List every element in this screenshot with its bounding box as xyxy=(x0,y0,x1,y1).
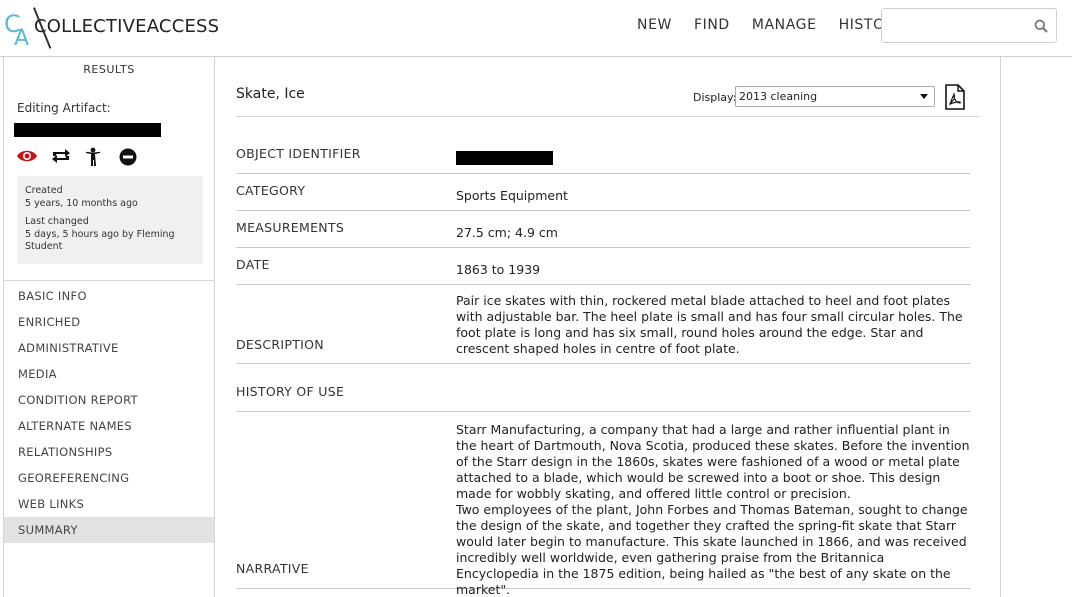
nav-find[interactable]: FIND xyxy=(694,17,730,33)
field-label-category: CATEGORY xyxy=(236,183,306,198)
summary-panel: Skate, Ice Display: 2013 cleaning OBJECT… xyxy=(216,57,1001,597)
eye-icon[interactable] xyxy=(16,147,37,165)
field-description: DESCRIPTION Pair ice skates with thin, r… xyxy=(236,285,970,364)
logo-letter-a: A xyxy=(14,26,30,51)
sidebar-item-condition-report[interactable]: CONDITION REPORT xyxy=(4,387,214,413)
person-icon[interactable] xyxy=(84,147,104,166)
field-object-identifier: OBJECT IDENTIFIER xyxy=(236,137,970,174)
pdf-icon[interactable] xyxy=(944,84,966,110)
field-value-measurements: 27.5 cm; 4.9 cm xyxy=(456,225,558,240)
action-icons xyxy=(16,147,138,166)
field-measurements: MEASUREMENTS 27.5 cm; 4.9 cm xyxy=(236,211,970,248)
created-value: 5 years, 10 months ago xyxy=(25,197,138,209)
title-divider xyxy=(236,116,979,117)
top-bar: C A COLLECTIVEACCESS NEW FIND MANAGE HIS… xyxy=(0,0,1072,57)
redacted-artifact-name xyxy=(14,123,161,137)
display-select-value: 2013 cleaning xyxy=(739,90,818,103)
display-select[interactable]: 2013 cleaning xyxy=(735,86,935,107)
redacted-identifier xyxy=(456,151,553,165)
narrative-paragraph-2: Two employees of the plant, John Forbes … xyxy=(456,502,968,597)
field-label-measurements: MEASUREMENTS xyxy=(236,220,345,235)
sidebar-item-basic-info[interactable]: BASIC INFO xyxy=(4,283,214,309)
field-label-history-of-use: HISTORY OF USE xyxy=(236,384,345,399)
field-label-object-identifier: OBJECT IDENTIFIER xyxy=(236,146,361,161)
collectiveaccess-logo[interactable]: C A COLLECTIVEACCESS xyxy=(4,7,219,51)
field-history-of-use: HISTORY OF USE xyxy=(236,364,970,412)
chevron-down-icon xyxy=(920,94,928,99)
page-title: Skate, Ice xyxy=(236,86,305,102)
field-label-narrative: NARRATIVE xyxy=(236,561,309,576)
search-box xyxy=(881,8,1057,43)
field-label-date: DATE xyxy=(236,257,270,272)
no-entry-icon[interactable] xyxy=(118,147,138,166)
changed-label: Last changed xyxy=(25,216,89,227)
logo-text: COLLECTIVEACCESS xyxy=(34,16,220,37)
sidebar-item-alternate-names[interactable]: ALTERNATE NAMES xyxy=(4,413,214,439)
field-category: CATEGORY Sports Equipment xyxy=(236,174,970,211)
nav-manage[interactable]: MANAGE xyxy=(752,17,817,33)
changed-value: 5 days, 5 hours ago by Fleming Student xyxy=(25,228,175,253)
sidebar-item-relationships[interactable]: RELATIONSHIPS xyxy=(4,439,214,465)
field-label-description: DESCRIPTION xyxy=(236,337,324,352)
search-icon[interactable] xyxy=(1034,19,1048,33)
results-link[interactable]: RESULTS xyxy=(4,63,214,76)
repeat-icon[interactable] xyxy=(50,147,70,165)
sidebar-menu: BASIC INFO ENRICHED ADMINISTRATIVE MEDIA… xyxy=(4,280,214,543)
field-date: DATE 1863 to 1939 xyxy=(236,248,970,285)
sidebar-item-web-links[interactable]: WEB LINKS xyxy=(4,491,214,517)
display-label: Display: xyxy=(693,91,737,104)
editing-label: Editing Artifact: xyxy=(17,101,111,115)
sidebar-item-summary[interactable]: SUMMARY xyxy=(4,517,214,543)
search-input[interactable] xyxy=(882,9,1027,42)
created-label: Created xyxy=(25,185,63,196)
field-value-narrative: Starr Manufacturing, a company that had … xyxy=(456,422,970,597)
sidebar-item-enriched[interactable]: ENRICHED xyxy=(4,309,214,335)
sidebar-item-georeferencing[interactable]: GEOREFERENCING xyxy=(4,465,214,491)
field-value-date: 1863 to 1939 xyxy=(456,262,541,277)
sidebar-item-media[interactable]: MEDIA xyxy=(4,361,214,387)
nav-new[interactable]: NEW xyxy=(637,17,672,33)
field-narrative: NARRATIVE Starr Manufacturing, a company… xyxy=(236,412,970,597)
record-info-box: Created 5 years, 10 months ago Last chan… xyxy=(17,176,203,264)
field-value-category: Sports Equipment xyxy=(456,188,568,203)
field-value-description: Pair ice skates with thin, rockered meta… xyxy=(456,293,963,356)
sidebar: RESULTS Editing Artifact: Created 5 year… xyxy=(3,57,215,597)
narrative-paragraph-1: Starr Manufacturing, a company that had … xyxy=(456,422,970,501)
field-value-object-identifier xyxy=(456,151,970,169)
sidebar-item-administrative[interactable]: ADMINISTRATIVE xyxy=(4,335,214,361)
